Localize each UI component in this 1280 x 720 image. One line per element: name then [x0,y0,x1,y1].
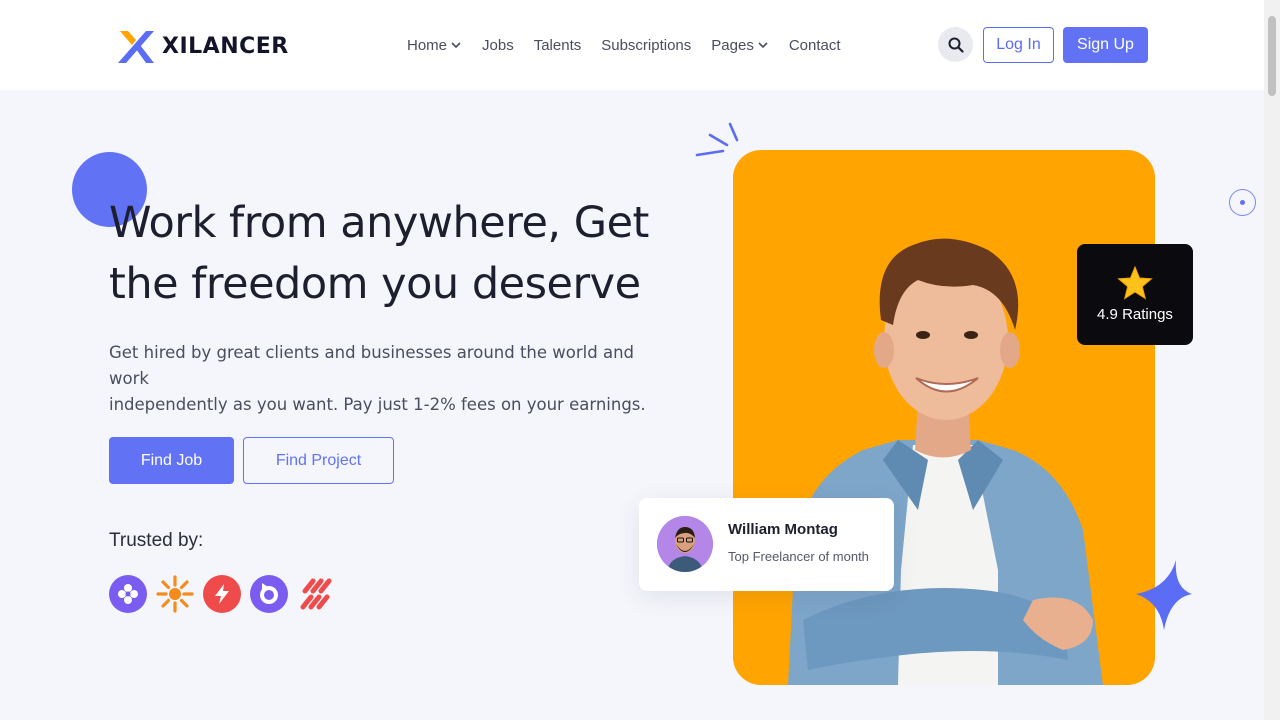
avatar [657,516,713,572]
nav-item-pages[interactable]: Pages [711,36,769,54]
hero-image-card [733,150,1155,685]
purple-ring-logo-icon [250,575,288,613]
nav-item-label: Jobs [482,36,514,54]
four-point-star-icon [1136,560,1192,630]
red-bolt-logo-icon [203,575,241,613]
headline-line: Work from anywhere, Get [109,198,649,248]
freelancer-name: William Montag [728,521,838,538]
nav-item-talents[interactable]: Talents [534,36,582,54]
star-icon [1117,266,1153,300]
headline-line: the freedom you deserve [109,259,641,309]
signup-button[interactable]: Sign Up [1063,27,1148,63]
nav-item-label: Pages [711,36,754,54]
site-logo[interactable]: XILANCER [116,27,289,65]
red-stripes-logo-icon [297,575,335,613]
nav-item-jobs[interactable]: Jobs [482,36,514,54]
nav-item-label: Subscriptions [601,36,692,54]
rating-card: 4.9 Ratings [1077,244,1193,345]
nav-item-home[interactable]: Home [407,36,462,54]
search-icon [948,37,964,53]
hero-section: Work from anywhere, Get the freedom you … [0,90,1264,720]
find-project-button[interactable]: Find Project [243,437,394,484]
find-job-button[interactable]: Find Job [109,437,234,484]
login-button[interactable]: Log In [983,27,1054,63]
nav-item-label: Talents [533,36,582,54]
logo-mark-icon [118,31,154,63]
subtitle-line: Get hired by great clients and businesse… [109,343,634,388]
decorative-ring-icon [1229,189,1256,216]
nav-item-subscriptions[interactable]: Subscriptions [601,36,691,54]
nav-item-label: Home [407,36,448,54]
scrollbar-thumb[interactable] [1268,16,1276,96]
nav-item-label: Contact [788,36,841,54]
freelancer-role: Top Freelancer of month [728,549,869,564]
page-scrollbar[interactable] [1264,0,1280,720]
site-header: XILANCER Home Jobs Talents Subscriptions… [0,0,1264,90]
ring-dot [1240,200,1245,205]
subtitle-line: independently as you want. Pay just 1-2%… [109,395,646,414]
trusted-brands [109,575,335,613]
chevron-down-icon [451,42,461,49]
hero-subtitle: Get hired by great clients and businesse… [109,340,669,418]
trusted-by-label: Trusted by: [109,530,204,551]
main-nav: Home Jobs Talents Subscriptions Pages Co… [407,36,861,54]
featured-freelancer-card: William Montag Top Freelancer of month [639,498,894,591]
search-button[interactable] [938,27,973,62]
rating-value: 4.9 Ratings [1097,306,1173,323]
freelancer-photo [788,238,1103,685]
chevron-down-icon [758,42,768,49]
nav-item-contact[interactable]: Contact [789,36,841,54]
purple-clover-logo-icon [109,575,147,613]
orange-sunburst-logo-icon [156,575,194,613]
hero-headline: Work from anywhere, Get the freedom you … [109,193,669,315]
brand-name: XILANCER [162,33,289,59]
